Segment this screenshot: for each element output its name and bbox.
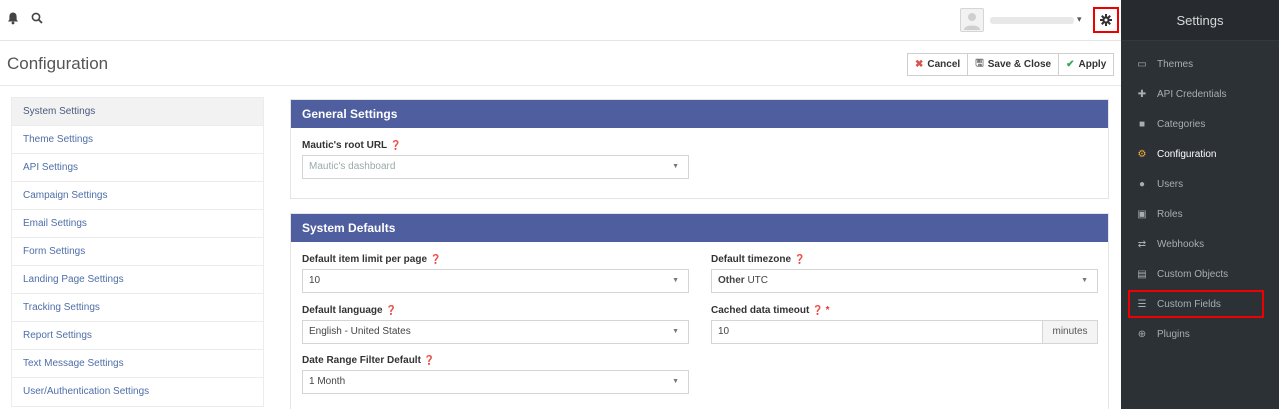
settings-nav: System Settings Theme Settings API Setti…	[11, 97, 264, 407]
nav-landing-page-settings[interactable]: Landing Page Settings	[12, 266, 263, 294]
folder-icon: ■	[1138, 118, 1146, 130]
settings-gear-button[interactable]	[1093, 7, 1119, 33]
save-close-button[interactable]: 🖫 Save & Close	[968, 53, 1060, 76]
system-defaults-panel: System Defaults Default item limit per p…	[290, 213, 1109, 409]
gear-icon	[1100, 14, 1112, 26]
cache-timeout-label: Cached data timeout ❓ *	[711, 305, 830, 316]
nav-tracking-settings[interactable]: Tracking Settings	[12, 294, 263, 322]
sidebar-title: Settings	[1121, 0, 1279, 41]
sidebar-menu: ▭ Themes ✚ API Credentials ■ Categories ⚙ Co…	[1121, 49, 1279, 349]
general-settings-panel: General Settings Mautic's root URL ❓ Maut…	[290, 99, 1109, 199]
page-title: Configuration	[7, 54, 109, 73]
sidebar-item-categories[interactable]: ■ Categories	[1121, 109, 1279, 139]
date-range-label: Date Range Filter Default ❓	[302, 355, 436, 366]
help-icon[interactable]: ❓	[794, 254, 805, 264]
timezone-label: Default timezone ❓	[711, 254, 806, 265]
date-range-select[interactable]: 1 Month ▼	[302, 370, 689, 394]
nav-report-settings[interactable]: Report Settings	[12, 322, 263, 350]
page-header: Configuration ✖ Cancel 🖫 Save & Close ✔ …	[0, 42, 1121, 86]
item-limit-label: Default item limit per page ❓	[302, 254, 442, 265]
help-icon[interactable]: ❓	[424, 355, 435, 365]
nav-text-message-settings[interactable]: Text Message Settings	[12, 350, 263, 378]
puzzle-icon: ✚	[1137, 88, 1147, 100]
plus-circle-icon: ⊕	[1137, 328, 1147, 340]
bell-icon[interactable]	[7, 12, 23, 28]
check-icon: ✔	[1066, 59, 1075, 70]
nav-system-settings[interactable]: System Settings	[12, 98, 263, 126]
root-url-select[interactable]: Mautic's dashboard ▼	[302, 155, 689, 179]
sidebar-item-configuration[interactable]: ⚙ Configuration	[1121, 139, 1279, 169]
save-icon: 🖫	[975, 58, 984, 69]
timezone-select[interactable]: Other UTC ▼	[711, 269, 1098, 293]
apply-button[interactable]: ✔ Apply	[1059, 53, 1115, 76]
sidebar-item-themes[interactable]: ▭ Themes	[1121, 49, 1279, 79]
cogs-icon: ⚙	[1137, 148, 1147, 160]
nav-campaign-settings[interactable]: Campaign Settings	[12, 182, 263, 210]
lock-icon: ▣	[1137, 208, 1147, 220]
sidebar-item-plugins[interactable]: ⊕ Plugins	[1121, 319, 1279, 349]
sidebar-item-custom-fields[interactable]: ☰ Custom Fields	[1127, 289, 1265, 319]
search-icon[interactable]	[31, 12, 47, 28]
action-buttons: ✖ Cancel 🖫 Save & Close ✔ Apply	[907, 53, 1115, 76]
avatar[interactable]	[960, 8, 984, 32]
nav-user-auth-settings[interactable]: User/Authentication Settings	[12, 378, 263, 406]
nav-api-settings[interactable]: API Settings	[12, 154, 263, 182]
panel-title: General Settings	[291, 100, 1108, 128]
sidebar-item-webhooks[interactable]: ⇄ Webhooks	[1121, 229, 1279, 259]
top-bar: ▾	[0, 0, 1121, 41]
user-name-redacted[interactable]	[990, 17, 1074, 24]
sidebar-item-api-credentials[interactable]: ✚ API Credentials	[1121, 79, 1279, 109]
cancel-button[interactable]: ✖ Cancel	[907, 53, 969, 76]
users-icon: ●	[1138, 178, 1146, 190]
help-icon[interactable]: ❓	[430, 254, 441, 264]
themes-icon: ▭	[1137, 58, 1147, 70]
chevron-down-icon[interactable]: ▾	[1077, 14, 1082, 25]
nav-form-settings[interactable]: Form Settings	[12, 238, 263, 266]
settings-sidebar: Settings ▭ Themes ✚ API Credentials ■ Categ…	[1121, 0, 1279, 409]
item-limit-select[interactable]: 10 ▼	[302, 269, 689, 293]
sidebar-item-users[interactable]: ● Users	[1121, 169, 1279, 199]
nav-theme-settings[interactable]: Theme Settings	[12, 126, 263, 154]
language-label: Default language ❓	[302, 305, 397, 316]
chevron-down-icon: ▼	[672, 378, 679, 385]
panel-title: System Defaults	[291, 214, 1108, 242]
root-url-label: Mautic's root URL ❓	[302, 140, 402, 151]
required-marker: *	[825, 305, 830, 316]
chevron-down-icon: ▼	[672, 277, 679, 284]
chevron-down-icon: ▼	[672, 163, 679, 170]
help-icon[interactable]: ❓	[386, 305, 397, 315]
chevron-down-icon: ▼	[672, 328, 679, 335]
cache-timeout-input[interactable]: 10	[711, 320, 1043, 344]
exchange-icon: ⇄	[1137, 238, 1147, 250]
cache-timeout-unit: minutes	[1043, 320, 1098, 344]
language-select[interactable]: English - United States ▼	[302, 320, 689, 344]
list-icon: ☰	[1137, 298, 1147, 310]
cache-timeout-group: 10 minutes	[711, 320, 1098, 344]
chevron-down-icon: ▼	[1081, 277, 1088, 284]
sidebar-item-roles[interactable]: ▣ Roles	[1121, 199, 1279, 229]
close-icon: ✖	[915, 59, 924, 70]
help-icon[interactable]: ❓	[812, 305, 823, 315]
nav-email-settings[interactable]: Email Settings	[12, 210, 263, 238]
help-icon[interactable]: ❓	[390, 140, 401, 150]
list-alt-icon: ▤	[1137, 268, 1147, 280]
sidebar-item-custom-objects[interactable]: ▤ Custom Objects	[1121, 259, 1279, 289]
